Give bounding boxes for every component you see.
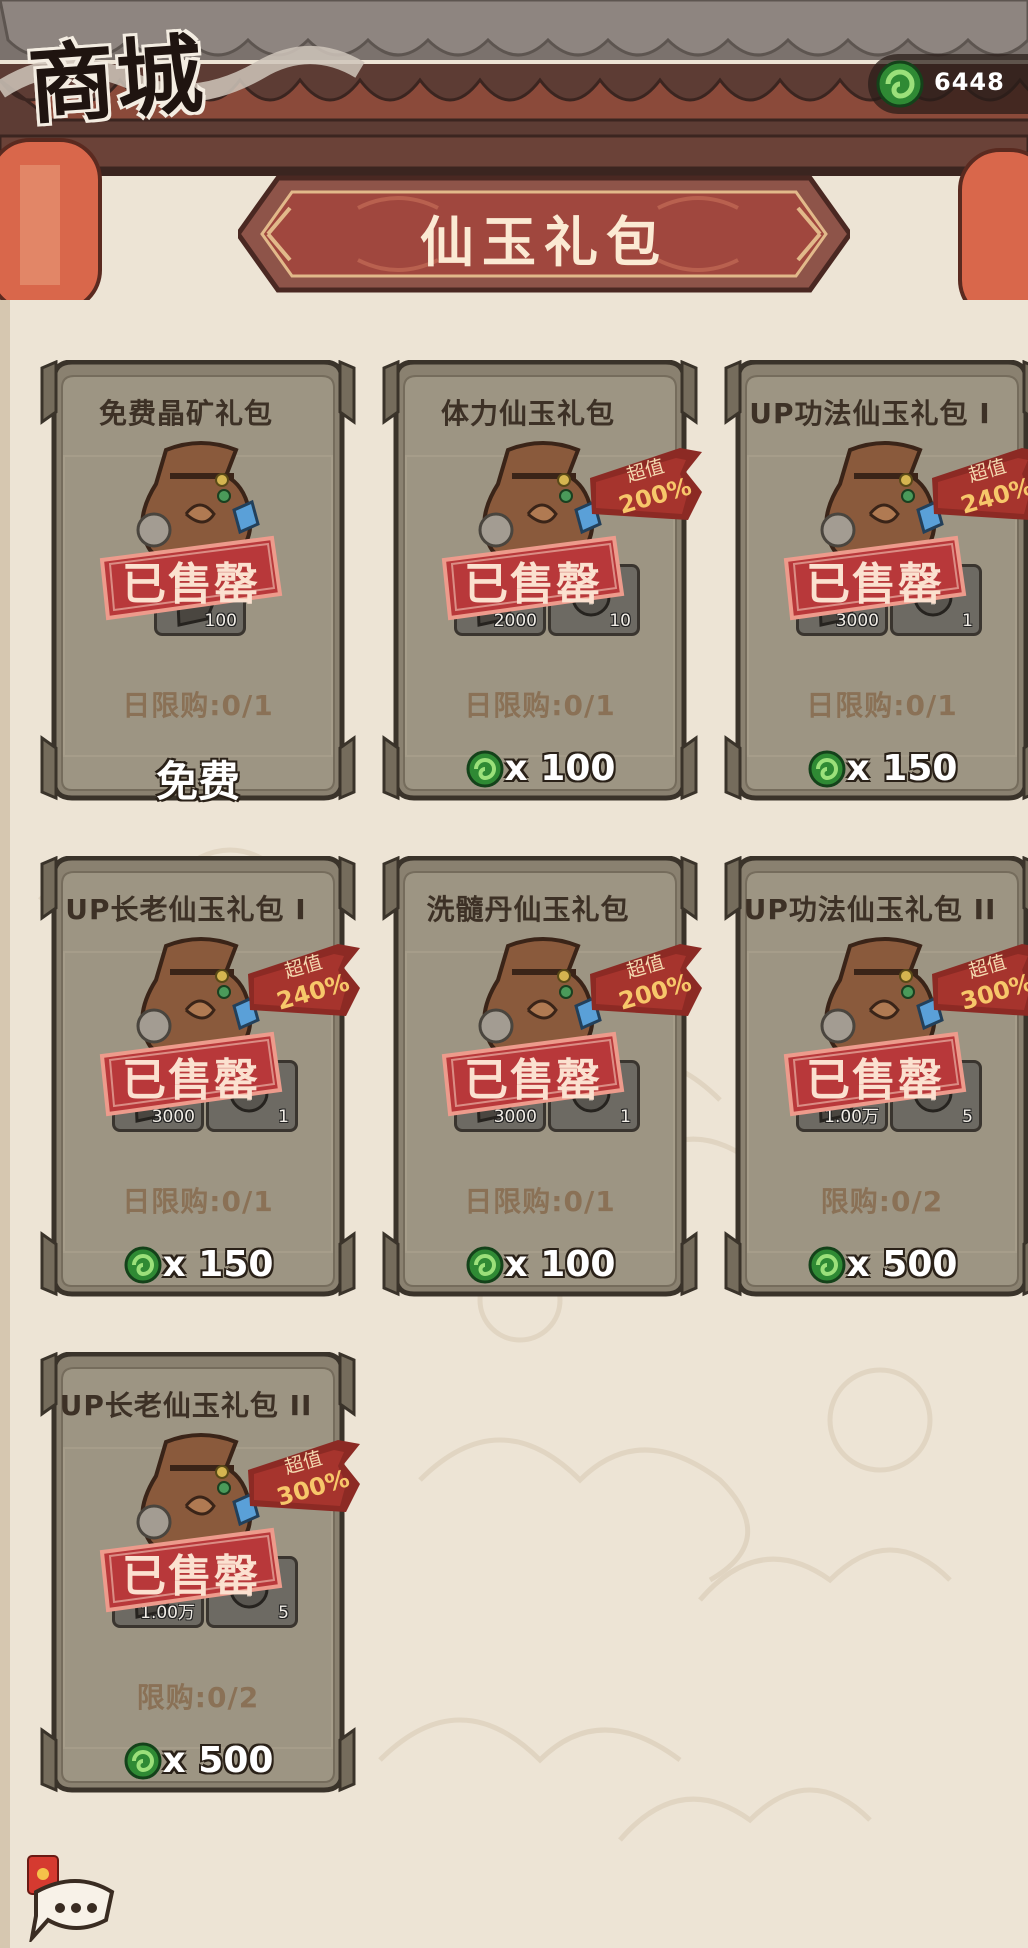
purchase-limit: 日限购:0/1: [122, 689, 274, 722]
price-label: x 150: [162, 1244, 274, 1285]
pack-title: UP功法仙玉礼包 I: [749, 397, 991, 430]
sold-out-stamp: 已售罄: [96, 532, 286, 622]
purchase-limit: 日限购:0/1: [464, 1185, 616, 1218]
lantern-right: [958, 148, 1028, 322]
jade-coin-icon: [808, 750, 846, 787]
jade-coin-icon: [808, 1246, 846, 1283]
banner-title: 仙玉礼包: [420, 210, 668, 274]
price-label: x 100: [504, 748, 616, 789]
sold-out-label: 已售罄: [122, 1055, 260, 1106]
price-label: x 100: [504, 1244, 616, 1285]
sold-out-label: 已售罄: [806, 559, 944, 610]
sold-out-label: 已售罄: [464, 1055, 602, 1106]
price-button[interactable]: x 150: [720, 748, 1028, 798]
category-banner: 仙玉礼包: [234, 168, 854, 300]
chat-bubble-icon: [28, 1879, 115, 1945]
shop-title: 商城: [25, 23, 208, 137]
purchase-limit: 日限购:0/1: [464, 689, 616, 722]
jade-coin-icon: [876, 60, 924, 108]
chat-button[interactable]: [22, 1852, 122, 1945]
price-label: x 150: [846, 748, 958, 789]
value-badge: 超值 200%: [590, 944, 702, 1024]
value-badge: 超值 240%: [932, 448, 1028, 528]
price-button[interactable]: x 150: [36, 1244, 360, 1294]
sold-out-label: 已售罄: [464, 559, 602, 610]
sold-out-label: 已售罄: [806, 1055, 944, 1106]
purchase-limit: 日限购:0/1: [806, 689, 958, 722]
price-label: x 500: [162, 1740, 274, 1781]
price-button[interactable]: 免费: [36, 748, 360, 806]
pack-title: UP功法仙玉礼包 II: [743, 893, 997, 926]
pack-title: 体力仙玉礼包: [440, 397, 615, 430]
pack-card[interactable]: UP长老仙玉礼包 II 超值 300% 1.00万 5 已售罄 限购:0/2 x…: [36, 1352, 360, 1798]
jade-coin-icon: [124, 1742, 162, 1779]
jade-coin-icon: [466, 750, 504, 787]
value-badge: 超值 300%: [932, 944, 1028, 1024]
currency-amount: 6448: [934, 68, 1005, 96]
value-badge: 超值 200%: [590, 448, 702, 528]
pack-card[interactable]: 体力仙玉礼包 超值 200% 2000 10 已售罄 日限购:0/1 x 100: [378, 360, 702, 806]
pack-card[interactable]: 洗髓丹仙玉礼包 超值 200% 3000 1 已售罄 日限购:0/1 x 100: [378, 856, 702, 1302]
jade-coin-icon: [124, 1246, 162, 1283]
pack-card[interactable]: UP功法仙玉礼包 I 超值 240% 3000 1 已售罄 日限购:0/1 x …: [720, 360, 1028, 806]
lantern-left: [0, 138, 102, 400]
price-button[interactable]: x 500: [36, 1740, 360, 1790]
sold-out-label: 已售罄: [122, 1551, 260, 1602]
purchase-limit: 限购:0/2: [136, 1681, 260, 1714]
price-button[interactable]: x 100: [378, 1244, 702, 1294]
sold-out-stamp: 已售罄: [96, 1028, 286, 1118]
price-button[interactable]: x 500: [720, 1244, 1028, 1294]
pack-title: 免费晶矿礼包: [98, 397, 273, 430]
sold-out-stamp: 已售罄: [780, 532, 970, 622]
value-badge: 超值 300%: [248, 1440, 360, 1520]
purchase-limit: 限购:0/2: [820, 1185, 944, 1218]
purchase-limit: 日限购:0/1: [122, 1185, 274, 1218]
pack-title: 洗髓丹仙玉礼包: [426, 893, 630, 926]
roof-header: 商城 6448 仙玉礼包: [0, 0, 1028, 400]
sold-out-stamp: 已售罄: [96, 1524, 286, 1614]
price-label: 免费: [155, 757, 240, 806]
sold-out-stamp: 已售罄: [438, 532, 628, 622]
price-label: x 500: [846, 1244, 958, 1285]
value-badge: 超值 240%: [248, 944, 360, 1024]
pack-card[interactable]: UP长老仙玉礼包 I 超值 240% 3000 1 已售罄 日限购:0/1 x …: [36, 856, 360, 1302]
price-button[interactable]: x 100: [378, 748, 702, 798]
jade-coin-icon: [466, 1246, 504, 1283]
pack-card[interactable]: 免费晶矿礼包 100 已售罄 日限购:0/1 免费: [36, 360, 360, 806]
currency-display[interactable]: 6448: [868, 54, 1028, 114]
pack-title: UP长老仙玉礼包 I: [65, 893, 307, 926]
pack-title: UP长老仙玉礼包 II: [59, 1389, 313, 1422]
sold-out-stamp: 已售罄: [438, 1028, 628, 1118]
sold-out-label: 已售罄: [122, 559, 260, 610]
pack-card[interactable]: UP功法仙玉礼包 II 超值 300% 1.00万 5 已售罄 限购:0/2 x…: [720, 856, 1028, 1302]
sold-out-stamp: 已售罄: [780, 1028, 970, 1118]
